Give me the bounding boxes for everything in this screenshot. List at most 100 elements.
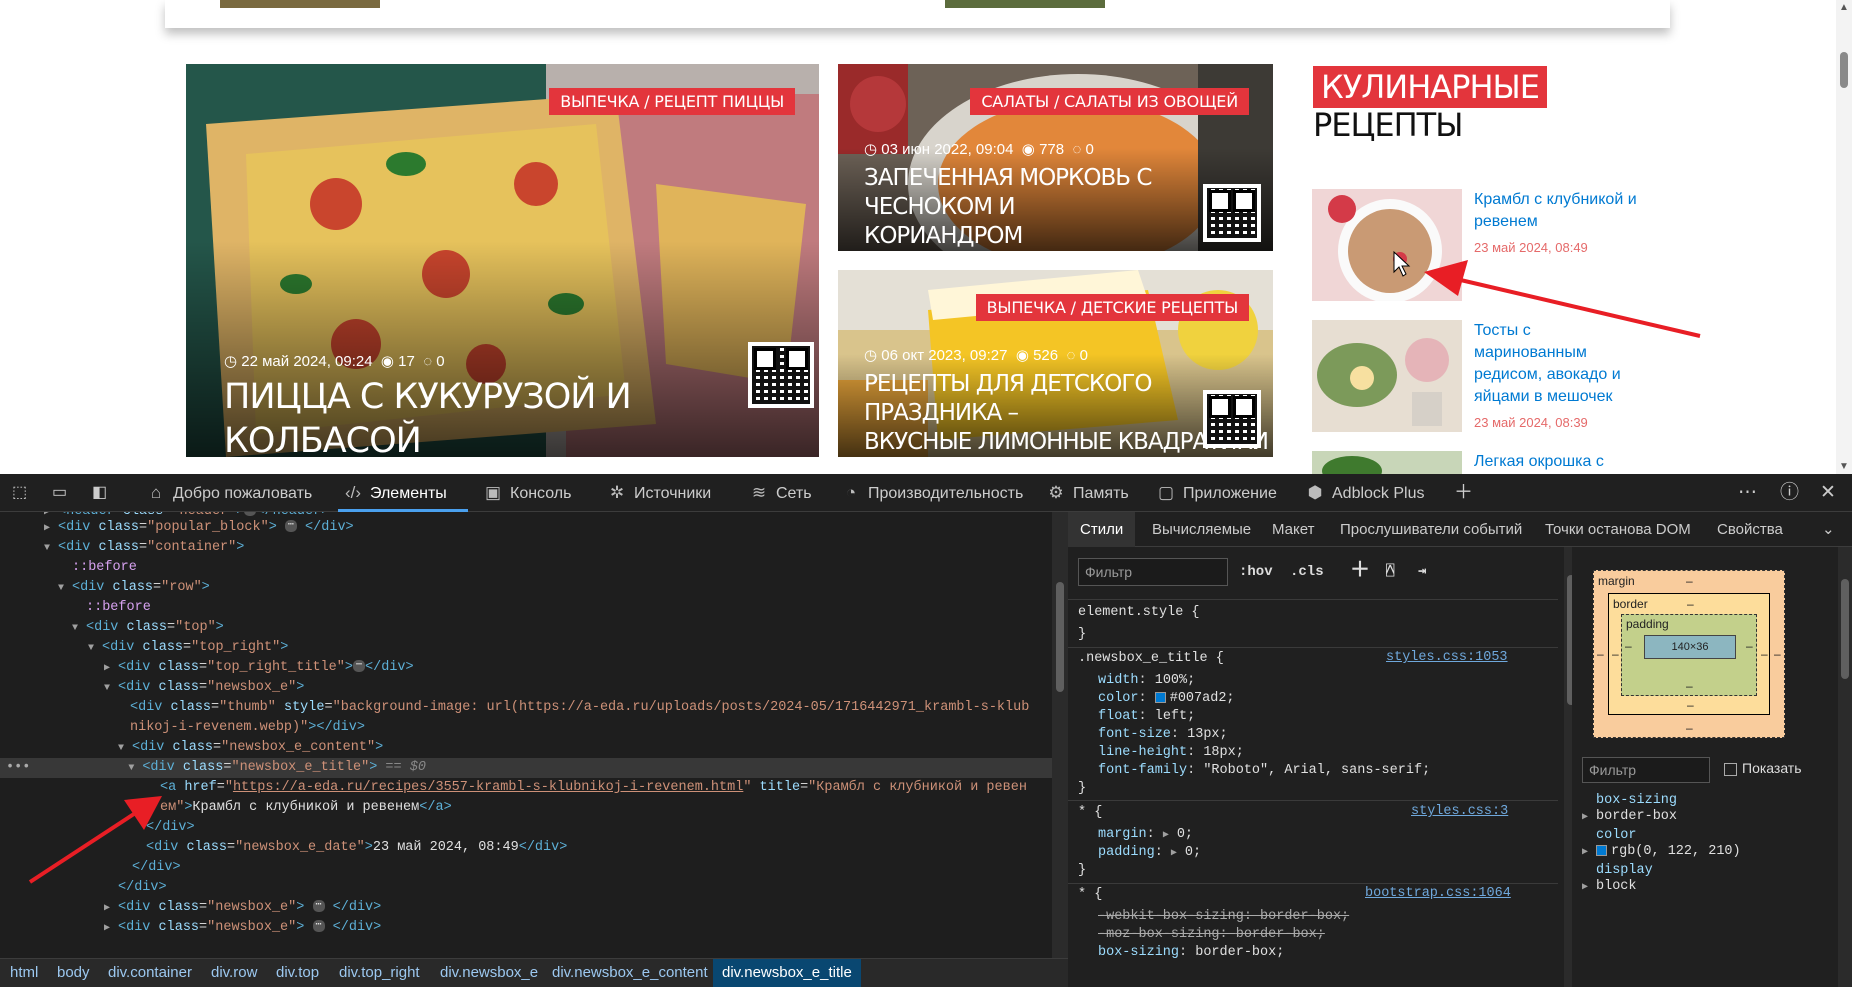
qr-code-icon [1203, 184, 1261, 242]
news-card-lemon[interactable]: ВЫПЕЧКА / ДЕТСКИЕ РЕЦЕПТЫ ◷ 06 окт 2023,… [838, 270, 1273, 457]
tab-adblock[interactable]: ⬢ Adblock Plus [1304, 474, 1425, 512]
computed-filter-input[interactable]: Фильтр [1582, 757, 1710, 783]
card-title[interactable]: ПИЦЦА С КУКУРУЗОЙ И КОЛБАСОЙ [224, 376, 819, 457]
crumb[interactable]: div.top [276, 959, 319, 987]
tab-performance[interactable]: ◔ Производительность [840, 474, 1023, 512]
tab-elements[interactable]: ‹/› Элементы [342, 474, 447, 512]
scroll-up-icon[interactable]: ▲ [1839, 2, 1849, 13]
show-all-checkbox[interactable] [1724, 763, 1737, 776]
elements-tree[interactable]: ▶<header class="header">⋯</header> ▶<div… [0, 512, 1052, 958]
tab-dom-breakpoints[interactable]: Точки останова DOM [1545, 512, 1691, 547]
tab-sources[interactable]: ✲ Источники [606, 474, 711, 512]
chevron-down-icon[interactable]: ⌄ [1822, 512, 1835, 547]
recipe-thumb-toast[interactable] [1312, 320, 1462, 432]
clock-icon: ◷ [864, 141, 878, 158]
eye-icon: ◉ [1021, 141, 1035, 158]
box-model-content[interactable]: 140×36 [1644, 635, 1736, 659]
more-icon[interactable]: ⋯ [1738, 474, 1757, 512]
href-link[interactable]: https://a-eda.ru/recipes/3557-krambl-s-k… [233, 780, 743, 795]
styles-filter-input[interactable]: Фильтр [1078, 558, 1228, 586]
window-icon: ▢ [1157, 483, 1175, 502]
crumb[interactable]: div.newsbox_e_content [552, 959, 708, 987]
recipe-link[interactable]: Крамбл с клубникой и ревенем [1474, 189, 1654, 233]
gauge-icon: ◔ [845, 483, 857, 502]
clock-icon: ◷ [224, 353, 238, 370]
crumb[interactable]: div.container [108, 959, 192, 987]
styles-panel: Стили Вычисляемые Макет Прослушиватели с… [1068, 512, 1852, 987]
sidebar-heading: КУЛИНАРНЫЕ [1313, 66, 1547, 108]
sidebar-toggle-icon[interactable]: ◧ [92, 474, 107, 512]
tab-properties[interactable]: Свойства [1717, 512, 1783, 547]
code-icon: ‹/› [344, 483, 362, 502]
strip-thumb[interactable] [220, 0, 380, 8]
eye-icon: ◉ [1015, 347, 1029, 364]
source-link[interactable]: styles.css:1053 [1386, 650, 1508, 665]
tab-welcome[interactable]: ⌂ Добро пожаловать [145, 474, 312, 512]
hov-button[interactable]: :hov [1239, 558, 1273, 586]
news-card-pizza[interactable]: ВЫПЕЧКА / РЕЦЕПТ ПИЦЦЫ ◷ 22 май 2024, 09… [186, 64, 819, 457]
box-model-padding[interactable]: padding – – – 140×36 [1621, 614, 1757, 696]
color-swatch[interactable] [1596, 844, 1607, 856]
paint-icon[interactable]: ⍓ [1386, 558, 1394, 586]
add-tab-icon[interactable]: ＋ [1454, 474, 1473, 512]
tab-console[interactable]: ▣ Консоль [482, 474, 571, 512]
tab-memory[interactable]: ⚙ Память [1045, 474, 1128, 512]
devtools-tabbar: ⬚ ▭ ◧ ⌂ Добро пожаловать ‹/› Элементы ▣ Кон… [0, 474, 1852, 512]
box-model-margin[interactable]: margin – – – – border – – – – padding – … [1593, 570, 1785, 738]
computed-toggle-icon[interactable]: ⇥ [1418, 558, 1426, 586]
wifi-icon: ≋ [751, 483, 767, 502]
crumb[interactable]: html [10, 959, 38, 987]
tab-application[interactable]: ▢ Приложение [1155, 474, 1277, 512]
tab-computed[interactable]: Вычисляемые [1152, 512, 1251, 547]
recipe-thumb-okroshka[interactable] [1312, 451, 1462, 474]
elements-scrollbar[interactable] [1052, 512, 1068, 958]
recipe-date: 23 май 2024, 08:39 [1474, 415, 1588, 430]
tab-event-listeners[interactable]: Прослушиватели событий [1340, 512, 1522, 547]
chip-icon: ⚙ [1048, 483, 1064, 502]
category-badge[interactable]: ВЫПЕЧКА / РЕЦЕПТ ПИЦЦЫ [549, 88, 795, 115]
box-model-border[interactable]: border – – – – padding – – – 140×36 [1608, 593, 1770, 715]
console-icon: ▣ [484, 483, 502, 502]
crumb[interactable]: div.row [211, 959, 257, 987]
help-icon[interactable]: ⓘ [1780, 474, 1799, 512]
add-rule-icon[interactable]: ＋ [1350, 558, 1370, 586]
recipe-link[interactable]: Легкая окрошка с [1474, 451, 1654, 473]
tab-styles[interactable]: Стили [1068, 512, 1136, 547]
styles-scrollbar[interactable] [1564, 547, 1572, 987]
crumb[interactable]: div.newsbox_e [440, 959, 538, 987]
strip-thumb[interactable] [945, 0, 1105, 8]
clock-icon: ◷ [864, 347, 878, 364]
tab-network[interactable]: ≋ Сеть [748, 474, 812, 512]
qr-code-icon [1203, 390, 1261, 448]
web-page: ВЫПЕЧКА / РЕЦЕПТ ПИЦЦЫ ◷ 22 май 2024, 09… [0, 0, 1852, 474]
scroll-down-icon[interactable]: ▼ [1839, 461, 1849, 472]
source-link[interactable]: bootstrap.css:1064 [1365, 886, 1511, 901]
selected-node[interactable]: ••• ▼ <div class="newsbox_e_title"> == $0 [0, 758, 1052, 778]
styles-rules[interactable]: Фильтр :hov .cls ＋ ⍓ ⇥ element.style { }… [1068, 547, 1572, 987]
crumb-current[interactable]: div.newsbox_e_title [713, 959, 861, 987]
computed-scrollbar[interactable] [1838, 547, 1852, 987]
category-badge[interactable]: ВЫПЕЧКА / ДЕТСКИЕ РЕЦЕПТЫ [975, 294, 1249, 321]
card-meta: ◷ 06 окт 2023, 09:27 ◉ 526 ◌ 0 [864, 347, 1088, 364]
eye-icon: ◉ [380, 353, 394, 370]
category-badge[interactable]: САЛАТЫ / САЛАТЫ ИЗ ОВОЩЕЙ [970, 88, 1249, 115]
home-icon: ⌂ [150, 483, 162, 502]
crumb[interactable]: div.top_right [339, 959, 420, 987]
card-meta: ◷ 22 май 2024, 09:24 ◉ 17 ◌ 0 [224, 353, 445, 370]
devtools: ⬚ ▭ ◧ ⌂ Добро пожаловать ‹/› Элементы ▣ Кон… [0, 474, 1852, 987]
source-link[interactable]: styles.css:3 [1411, 804, 1508, 819]
cls-button[interactable]: .cls [1290, 558, 1324, 586]
box-model-panel: margin – – – – border – – – – padding – … [1578, 547, 1852, 987]
close-icon[interactable]: ✕ [1820, 474, 1836, 512]
page-scrollbar[interactable]: ▲ ▼ [1836, 0, 1852, 474]
color-swatch[interactable] [1154, 691, 1166, 703]
news-card-carrot[interactable]: САЛАТЫ / САЛАТЫ ИЗ ОВОЩЕЙ ◷ 03 июн 2022,… [838, 64, 1273, 251]
comment-icon: ◌ [1072, 141, 1082, 158]
device-toolbar-icon[interactable]: ▭ [52, 474, 67, 512]
crumb[interactable]: body [57, 959, 90, 987]
recipe-link[interactable]: Тосты с маринованным редисом, авокадо и … [1474, 320, 1654, 408]
recipe-thumb-crumble[interactable] [1312, 189, 1462, 301]
qr-code-icon [748, 342, 814, 408]
tab-layout[interactable]: Макет [1272, 512, 1314, 547]
inspect-icon[interactable]: ⬚ [12, 474, 27, 512]
